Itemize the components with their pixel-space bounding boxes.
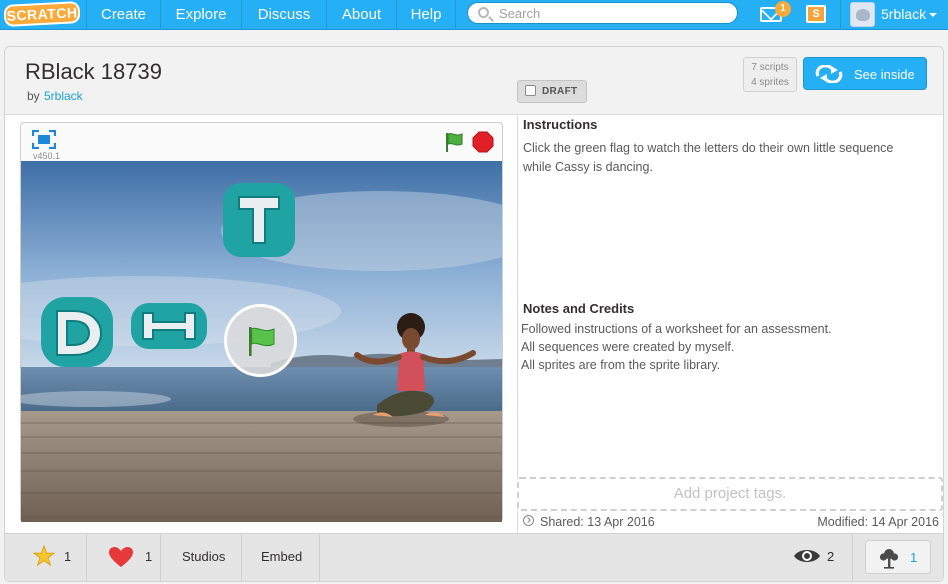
favorite-count: 1 [64,549,72,564]
top-navigation-bar: SCRATCH Create Explore Discuss About Hel… [0,0,948,30]
love-count: 1 [145,549,153,564]
draft-toggle[interactable]: DRAFT [517,80,587,103]
notes-line: Followed instructions of a worksheet for… [521,322,832,336]
draft-label: DRAFT [542,86,578,97]
see-inside-label: See inside [854,67,915,82]
info-divider [517,115,518,533]
divider [852,534,853,581]
scratch-logo[interactable]: SCRATCH [3,1,81,27]
search-box [467,2,738,24]
nav-help[interactable]: Help [396,0,456,30]
tags-input[interactable] [580,479,880,507]
stage-start-button[interactable] [224,304,297,377]
notes-heading: Notes and Credits [523,301,635,316]
heart-icon [109,547,133,567]
scripts-count: 7 scripts [751,62,789,73]
sprite-letter-i[interactable] [131,303,207,349]
player-controls: v450.1 [21,123,502,161]
project-page: RBlack 18739 by 5rblack DRAFT 7 scripts … [4,46,944,582]
draft-checkbox[interactable] [525,85,536,96]
by-label: by [27,89,40,103]
nav-discuss[interactable]: Discuss [241,0,326,30]
notes-line: All sprites are from the sprite library. [521,358,721,372]
user-menu[interactable]: 5rblack [840,0,948,30]
message-count-badge: 1 [775,1,791,17]
eye-icon [794,550,820,562]
search-icon [478,7,489,18]
instructions-text: Click the green flag to watch the letter… [523,141,894,174]
view-count: 2 [827,549,835,564]
nav-explore[interactable]: Explore [160,0,241,30]
shared-date: Shared: 13 Apr 2016 [540,515,655,529]
instructions-heading: Instructions [523,117,598,132]
share-icon [523,515,534,526]
project-title: RBlack 18739 [25,59,162,84]
embed-button[interactable]: Embed [242,534,320,581]
username: 5rblack [881,6,927,22]
embed-label: Embed [261,549,303,564]
stage[interactable] [21,161,502,522]
tree-icon [879,549,899,569]
project-info: Instructions Click the green flag to wat… [517,115,943,583]
favorite-button[interactable]: 1 [23,534,87,581]
search-input[interactable] [499,4,729,22]
folder-icon[interactable]: S [806,5,826,23]
star-icon [33,545,55,567]
stop-icon[interactable] [472,131,494,153]
action-bar: 1 1 Studios Embed 2 1 [5,533,943,581]
project-stats: 7 scripts 4 sprites [743,57,797,92]
dates-row: Shared: 13 Apr 2016 Modified: 14 Apr 201… [517,511,943,533]
version-label: v450.1 [33,151,61,161]
sprite-letter-t[interactable] [223,183,295,257]
avatar [850,2,875,27]
remix-icon [815,65,843,83]
sprite-letter-d[interactable] [41,297,113,367]
love-button[interactable]: 1 [87,534,161,581]
green-flag-icon[interactable] [443,131,465,153]
author-link[interactable]: 5rblack [44,89,83,103]
nav-about[interactable]: About [326,0,396,30]
notes-line: All sequences were created by myself. [521,340,735,354]
remix-count: 1 [910,550,918,565]
notes-text: Followed instructions of a worksheet for… [521,320,921,374]
studios-label: Studios [182,549,226,564]
modified-date: Modified: 14 Apr 2016 [817,515,939,529]
chevron-down-icon [929,13,937,17]
add-to-studio-button[interactable]: Studios [161,534,242,581]
remix-tree-button[interactable]: 1 [865,540,931,574]
see-inside-button[interactable]: See inside [803,57,927,90]
green-flag-icon [249,327,275,356]
tags-box [517,477,943,511]
view-counter: 2 [793,546,843,568]
project-header: RBlack 18739 by 5rblack DRAFT 7 scripts … [5,47,943,115]
nav-create[interactable]: Create [86,0,160,30]
fullscreen-icon[interactable] [32,130,56,149]
sprites-count: 4 sprites [751,77,789,88]
project-player: v450.1 [20,122,503,522]
